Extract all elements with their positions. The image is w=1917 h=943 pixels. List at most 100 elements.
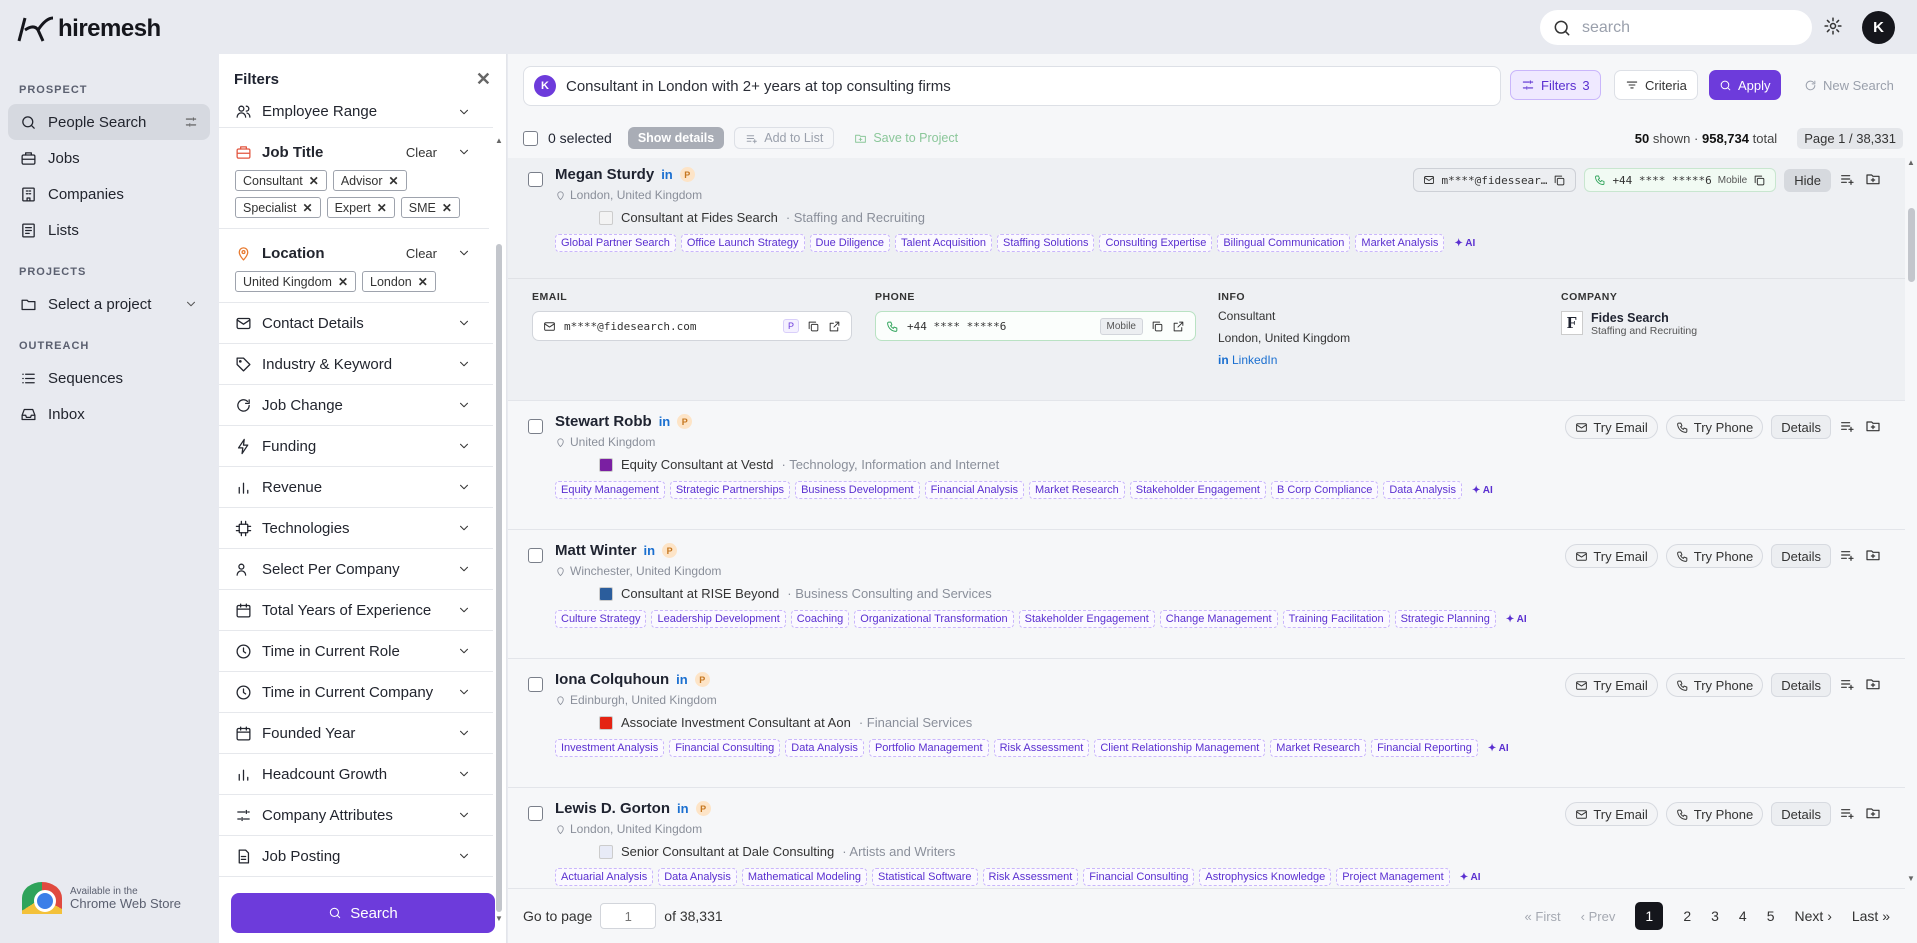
filter-row[interactable]: Technologies bbox=[219, 508, 493, 549]
skill-tag[interactable]: Market Analysis bbox=[1355, 234, 1445, 252]
row-checkbox[interactable] bbox=[528, 548, 543, 563]
filter-row[interactable]: Job Change bbox=[219, 385, 493, 426]
skill-tag[interactable]: Data Analysis bbox=[785, 739, 864, 757]
skill-tag[interactable]: Business Development bbox=[795, 481, 920, 499]
skill-tag[interactable]: Strategic Partnerships bbox=[669, 481, 791, 499]
nav-item-lists[interactable]: Lists bbox=[8, 212, 210, 248]
filter-chip[interactable]: Specialist ✕ bbox=[235, 197, 321, 218]
skill-tag[interactable]: Financial Reporting bbox=[1371, 739, 1478, 757]
filter-row[interactable]: Job Posting bbox=[219, 836, 493, 877]
detail-email-field[interactable]: m****@fidesearch.com P bbox=[532, 311, 852, 341]
criteria-button[interactable]: Criteria bbox=[1614, 70, 1698, 100]
try-email-button[interactable]: Try Email bbox=[1565, 544, 1658, 568]
skill-tag[interactable]: Data Analysis bbox=[1383, 481, 1462, 499]
person-card[interactable]: Stewart Robb in P United Kingdom Equity Cons… bbox=[508, 401, 1905, 530]
row-checkbox[interactable] bbox=[528, 172, 543, 187]
prev-page-link[interactable]: ‹ Prev bbox=[1581, 909, 1616, 924]
clear-location-button[interactable]: Clear bbox=[406, 246, 437, 261]
add-to-list-icon[interactable] bbox=[1839, 676, 1857, 694]
filter-row[interactable]: Time in Current Role bbox=[219, 631, 493, 672]
last-page-link[interactable]: Last » bbox=[1852, 908, 1890, 924]
linkedin-link[interactable]: in LinkedIn bbox=[1218, 349, 1350, 371]
skill-tag[interactable]: Portfolio Management bbox=[868, 739, 989, 757]
filter-row[interactable]: Company Attributes bbox=[219, 795, 493, 836]
filter-chip[interactable]: London ✕ bbox=[362, 271, 436, 292]
remove-chip-icon[interactable]: ✕ bbox=[442, 201, 452, 215]
first-page-link[interactable]: « First bbox=[1525, 909, 1561, 924]
skill-tag[interactable]: Astrophysics Knowledge bbox=[1199, 868, 1332, 886]
skill-tag[interactable]: Talent Acquisition bbox=[895, 234, 993, 252]
remove-chip-icon[interactable]: ✕ bbox=[418, 275, 428, 289]
skill-tag[interactable]: Organizational Transformation bbox=[854, 610, 1014, 628]
page-link[interactable]: 3 bbox=[1711, 908, 1719, 924]
filter-row[interactable]: Time in Current Company bbox=[219, 672, 493, 713]
global-search-input[interactable] bbox=[1582, 18, 1782, 37]
filter-employee-range[interactable]: Employee Range bbox=[219, 96, 493, 128]
try-email-button[interactable]: Try Email bbox=[1565, 415, 1658, 439]
new-search-button[interactable]: New Search bbox=[1794, 70, 1904, 100]
filter-row[interactable]: Total Years of Experience bbox=[219, 590, 493, 631]
page-link-current[interactable]: 1 bbox=[1635, 902, 1664, 930]
name-text[interactable]: Matt Winter bbox=[555, 542, 637, 559]
clear-job-title-button[interactable]: Clear bbox=[406, 145, 437, 160]
query-bar[interactable]: K Consultant in London with 2+ years at … bbox=[523, 66, 1501, 106]
filter-location[interactable]: Location Clear bbox=[219, 235, 493, 271]
filter-job-title[interactable]: Job Title Clear bbox=[219, 134, 493, 170]
scroll-thumb[interactable] bbox=[1908, 208, 1915, 282]
nav-item-jobs[interactable]: Jobs bbox=[8, 140, 210, 176]
page-link[interactable]: 4 bbox=[1739, 908, 1747, 924]
chevron-down-icon[interactable] bbox=[457, 145, 471, 159]
chevron-down-icon[interactable] bbox=[457, 246, 471, 260]
skill-tag[interactable]: Market Research bbox=[1270, 739, 1367, 757]
skill-tag[interactable]: Mathematical Modeling bbox=[741, 868, 867, 886]
add-to-list-button[interactable]: Add to List bbox=[734, 127, 835, 149]
skill-tag[interactable]: B Corp Compliance bbox=[1270, 481, 1379, 499]
global-search[interactable] bbox=[1540, 10, 1812, 45]
skill-tag[interactable]: Market Research bbox=[1029, 481, 1125, 499]
try-phone-button[interactable]: Try Phone bbox=[1665, 544, 1764, 568]
skill-tag[interactable]: Risk Assessment bbox=[993, 739, 1090, 757]
try-phone-button[interactable]: Try Phone bbox=[1665, 415, 1764, 439]
select-all-checkbox[interactable] bbox=[523, 130, 538, 146]
nav-item-sequences[interactable]: Sequences bbox=[8, 360, 210, 396]
skill-tag[interactable]: Financial Consulting bbox=[1083, 868, 1195, 886]
skill-tag[interactable]: Culture Strategy bbox=[555, 610, 647, 628]
skill-tag[interactable]: Project Management bbox=[1336, 868, 1450, 886]
linkedin-icon[interactable]: in bbox=[644, 543, 656, 558]
skill-tag[interactable]: Data Analysis bbox=[658, 868, 737, 886]
skill-tag[interactable]: Consulting Expertise bbox=[1099, 234, 1213, 252]
save-to-project-icon[interactable] bbox=[1865, 418, 1883, 436]
person-card[interactable]: Megan Sturdy in P London, United Kingdom Con… bbox=[508, 158, 1905, 401]
copy-icon[interactable] bbox=[807, 320, 820, 333]
save-to-project-icon[interactable] bbox=[1865, 676, 1883, 694]
filter-row[interactable]: Select Per Company bbox=[219, 549, 493, 590]
try-email-button[interactable]: Try Email bbox=[1565, 673, 1658, 697]
ai-tag[interactable]: ✦ AI bbox=[1455, 870, 1486, 885]
app-logo[interactable]: hiremesh bbox=[16, 14, 161, 44]
external-link-icon[interactable] bbox=[828, 320, 841, 333]
page-link[interactable]: 2 bbox=[1683, 908, 1691, 924]
skill-tag[interactable]: Bilingual Communication bbox=[1217, 234, 1351, 252]
person-name[interactable]: Iona Colquhoun in P bbox=[555, 671, 710, 688]
ai-tag[interactable]: ✦ AI bbox=[1501, 612, 1532, 627]
row-checkbox[interactable] bbox=[528, 806, 543, 821]
copy-icon[interactable] bbox=[1753, 174, 1766, 187]
skill-tag[interactable]: Coaching bbox=[790, 610, 850, 628]
skill-tag[interactable]: Office Launch Strategy bbox=[680, 234, 805, 252]
person-card[interactable]: Matt Winter in P Winchester, United Kingdom… bbox=[508, 530, 1905, 659]
query-text[interactable]: Consultant in London with 2+ years at to… bbox=[566, 78, 951, 95]
sliders-icon[interactable] bbox=[184, 115, 198, 129]
save-to-project-button[interactable]: Save to Project bbox=[844, 128, 968, 148]
user-avatar[interactable]: K bbox=[1862, 11, 1895, 44]
add-to-list-icon[interactable] bbox=[1839, 805, 1857, 823]
linkedin-icon[interactable]: in bbox=[676, 672, 688, 687]
skill-tag[interactable]: Investment Analysis bbox=[555, 739, 665, 757]
details-button[interactable]: Details bbox=[1771, 673, 1831, 697]
filter-row[interactable]: Industry & Keyword bbox=[219, 344, 493, 385]
nav-item-people-search[interactable]: People Search bbox=[8, 104, 210, 140]
filters-toggle-button[interactable]: Filters 3 bbox=[1510, 70, 1601, 100]
filter-chip[interactable]: Consultant ✕ bbox=[235, 170, 327, 191]
person-name[interactable]: Matt Winter in P bbox=[555, 542, 678, 559]
skill-tag[interactable]: Financial Consulting bbox=[669, 739, 781, 757]
detail-phone-field[interactable]: +44 **** *****6 Mobile bbox=[875, 311, 1196, 341]
